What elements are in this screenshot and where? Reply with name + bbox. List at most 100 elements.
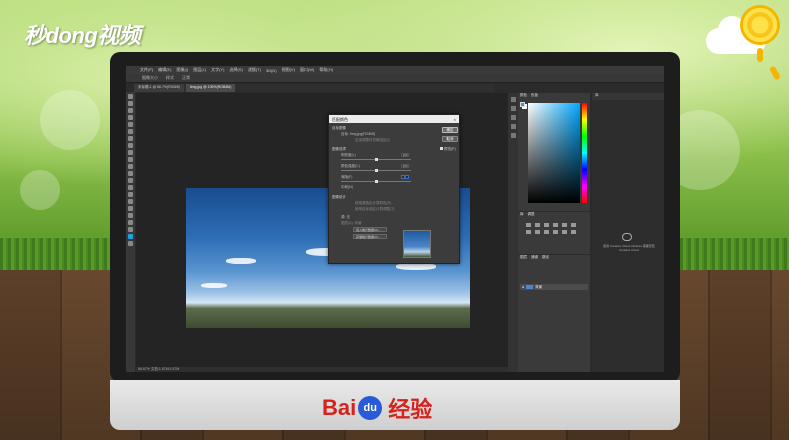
target-row: 目标: timg.jpg(RGB/8) bbox=[341, 132, 375, 137]
bokeh-light bbox=[40, 90, 100, 150]
eyedropper-tool-icon[interactable] bbox=[128, 129, 133, 134]
brush-tool-icon[interactable] bbox=[128, 143, 133, 148]
menu-item-select[interactable]: 选择(S) bbox=[229, 67, 242, 73]
character-panel-icon[interactable] bbox=[510, 115, 516, 120]
color-balance-icon[interactable] bbox=[526, 230, 531, 234]
layer-thumbnail bbox=[526, 285, 534, 289]
black-white-icon[interactable] bbox=[535, 230, 540, 234]
brightness-contrast-icon[interactable] bbox=[526, 223, 531, 227]
gradient-tool-icon[interactable] bbox=[128, 171, 133, 176]
menu-item-image[interactable]: 图像(I) bbox=[176, 67, 188, 73]
tab-adjustments[interactable]: 调整 bbox=[528, 212, 535, 219]
layer-row[interactable]: ● 背景 bbox=[520, 284, 588, 290]
menu-item-edit[interactable]: 编辑(E) bbox=[158, 67, 171, 73]
checkbox-icon[interactable] bbox=[440, 147, 443, 150]
quick-select-tool-icon[interactable] bbox=[128, 115, 133, 120]
cancel-button[interactable]: 取消 bbox=[442, 136, 458, 142]
invert-icon[interactable] bbox=[571, 230, 576, 234]
color-lookup-icon[interactable] bbox=[562, 230, 567, 234]
tab-color[interactable]: 颜色 bbox=[520, 93, 527, 100]
use-target-selection-checkbox[interactable]: 使用目标选区计算调整(T) bbox=[355, 207, 394, 212]
fade-slider[interactable] bbox=[341, 180, 411, 183]
blur-tool-icon[interactable] bbox=[128, 178, 133, 183]
menu-item-file[interactable]: 文件(F) bbox=[140, 67, 153, 73]
vibrance-icon[interactable] bbox=[562, 223, 567, 227]
eraser-tool-icon[interactable] bbox=[128, 164, 133, 169]
menu-item-filter[interactable]: 滤镜(T) bbox=[248, 67, 261, 73]
tab-library[interactable]: 库 bbox=[592, 93, 664, 100]
intensity-slider[interactable] bbox=[341, 169, 411, 172]
option-normal[interactable]: 正常 bbox=[182, 75, 190, 81]
layer-select[interactable]: 背景 bbox=[355, 221, 362, 225]
menu-item-window[interactable]: 窗口(W) bbox=[300, 67, 314, 73]
properties-panel-icon[interactable] bbox=[510, 106, 516, 111]
path-select-tool-icon[interactable] bbox=[128, 206, 133, 211]
preview-checkbox[interactable]: 预览(P) bbox=[440, 147, 456, 152]
tab-timg[interactable]: timg.jpg @ 105%(RGB/8#) bbox=[185, 84, 236, 92]
menu-item-layer[interactable]: 图层(L) bbox=[193, 67, 206, 73]
eye-icon[interactable]: ● bbox=[522, 285, 524, 289]
marquee-tool-icon[interactable] bbox=[128, 101, 133, 106]
photo-filter-icon[interactable] bbox=[544, 230, 549, 234]
load-stats-button[interactable]: 载入统计数据(O)... bbox=[353, 227, 387, 232]
channel-mixer-icon[interactable] bbox=[553, 230, 558, 234]
ok-button[interactable]: 确定 bbox=[442, 127, 458, 133]
dialog-title: 匹配颜色 bbox=[332, 117, 348, 122]
creative-cloud-icon bbox=[622, 233, 632, 241]
close-icon[interactable]: × bbox=[454, 117, 456, 122]
tab-swatches[interactable]: 色板 bbox=[531, 93, 538, 100]
stamp-tool-icon[interactable] bbox=[128, 150, 133, 155]
tab-paths[interactable]: 路径 bbox=[542, 255, 549, 262]
menu-item-view[interactable]: 视图(V) bbox=[282, 67, 295, 73]
luminance-slider[interactable] bbox=[341, 158, 411, 161]
foreground-color-swatch[interactable] bbox=[128, 234, 133, 239]
fade-input[interactable]: 0 bbox=[401, 175, 409, 179]
curves-icon[interactable] bbox=[544, 223, 549, 227]
menu-item-help[interactable]: 帮助(H) bbox=[319, 67, 333, 73]
cloud-shape bbox=[201, 283, 227, 288]
tab-channels[interactable]: 通道 bbox=[531, 255, 538, 262]
healing-tool-icon[interactable] bbox=[128, 136, 133, 141]
intensity-input[interactable]: 100 bbox=[401, 164, 409, 168]
layer-row-select[interactable]: 图层(A): 背景 bbox=[341, 221, 362, 226]
zoom-tool-icon[interactable] bbox=[128, 227, 133, 232]
luminance-input[interactable]: 100 bbox=[401, 153, 409, 157]
foreground-color-chip[interactable] bbox=[520, 102, 525, 107]
tab-libraries[interactable]: 库 bbox=[520, 212, 524, 219]
paragraph-panel-icon[interactable] bbox=[510, 124, 516, 129]
option-style[interactable]: 样式 bbox=[166, 75, 174, 81]
history-brush-icon[interactable] bbox=[128, 157, 133, 162]
quick-mask-icon[interactable] bbox=[128, 241, 133, 246]
levels-icon[interactable] bbox=[535, 223, 540, 227]
type-tool-icon[interactable] bbox=[128, 199, 133, 204]
move-tool-icon[interactable] bbox=[128, 94, 133, 99]
use-source-selection-checkbox[interactable]: 使用源选区计算颜色(R) bbox=[355, 201, 391, 206]
option-image-size[interactable]: 图像大小 bbox=[142, 75, 158, 81]
history-panel-icon[interactable] bbox=[510, 97, 516, 102]
hand-tool-icon[interactable] bbox=[128, 220, 133, 225]
pen-tool-icon[interactable] bbox=[128, 192, 133, 197]
source-select[interactable]: 无 bbox=[346, 215, 350, 219]
tab-layers[interactable]: 图层 bbox=[520, 255, 527, 262]
slider-knob[interactable] bbox=[375, 169, 378, 172]
source-row[interactable]: 源: 无 bbox=[341, 215, 350, 220]
ignore-selection-checkbox[interactable]: 应用调整时忽略选区(I) bbox=[355, 138, 390, 143]
color-picker-field[interactable] bbox=[528, 103, 580, 203]
crop-tool-icon[interactable] bbox=[128, 122, 133, 127]
dodge-tool-icon[interactable] bbox=[128, 185, 133, 190]
brush-panel-icon[interactable] bbox=[510, 133, 516, 138]
menu-item-type[interactable]: 文字(Y) bbox=[211, 67, 224, 73]
cloud-shape bbox=[396, 263, 436, 270]
slider-knob[interactable] bbox=[375, 180, 378, 183]
hue-saturation-icon[interactable] bbox=[571, 223, 576, 227]
shape-tool-icon[interactable] bbox=[128, 213, 133, 218]
hue-slider[interactable] bbox=[582, 103, 587, 203]
menu-item-3d[interactable]: 3D(D) bbox=[266, 68, 277, 73]
exposure-icon[interactable] bbox=[553, 223, 558, 227]
lasso-tool-icon[interactable] bbox=[128, 108, 133, 113]
slider-knob[interactable] bbox=[375, 158, 378, 161]
neutralize-checkbox[interactable]: 中和(N) bbox=[341, 185, 353, 190]
tab-untitled[interactable]: 未标题-1 @ 66.7%(RGB/8) bbox=[134, 84, 184, 92]
baidu-jingyan-logo: Bai du 经验 bbox=[322, 392, 432, 424]
save-stats-button[interactable]: 存储统计数据(V)... bbox=[353, 234, 387, 239]
